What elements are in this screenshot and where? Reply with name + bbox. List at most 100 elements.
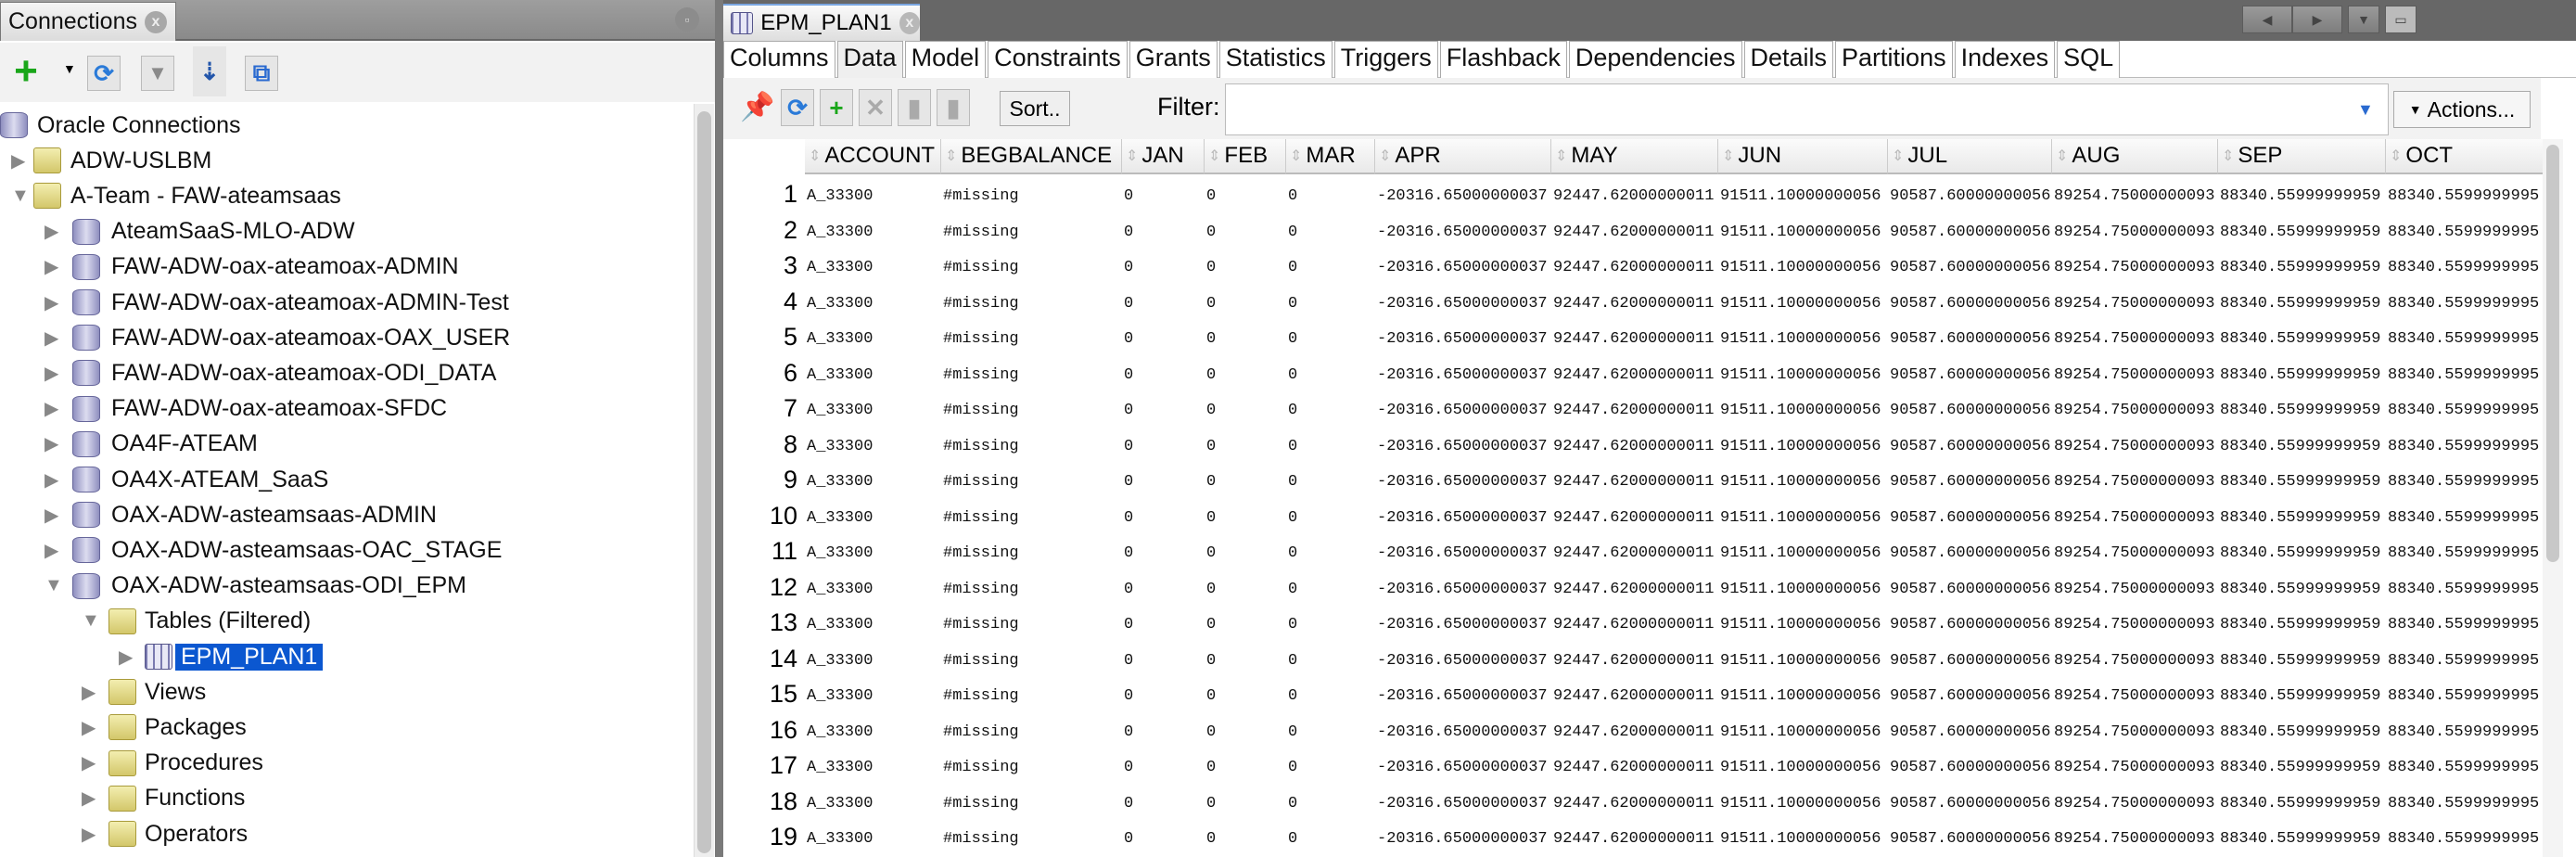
table-cell[interactable]: 90587.60000000056 bbox=[1890, 402, 2050, 419]
table-cell[interactable]: 91511.10000000056 bbox=[1720, 723, 1881, 741]
table-cell[interactable]: 0 bbox=[1288, 687, 1297, 705]
table-cell[interactable]: 0 bbox=[1288, 830, 1297, 848]
maximize-icon[interactable]: ▭ bbox=[2385, 6, 2417, 33]
table-cell[interactable]: 89254.75000000093 bbox=[2054, 652, 2214, 670]
table-cell[interactable]: -20316.65000000037 bbox=[1377, 830, 1548, 848]
table-cell[interactable]: 0 bbox=[1288, 544, 1297, 562]
table-cell[interactable]: 0 bbox=[1206, 509, 1216, 527]
table-cell[interactable]: 90587.60000000056 bbox=[1890, 795, 2050, 812]
table-cell[interactable]: 0 bbox=[1288, 187, 1297, 205]
table-row[interactable]: 12 A_33300 #missing 0 0 0 -20316.65000000037 92… bbox=[723, 573, 2541, 608]
expand-arrow-icon[interactable]: ▶ bbox=[45, 468, 58, 492]
table-cell[interactable]: 88340.5599999995 bbox=[2388, 509, 2539, 527]
table-cell[interactable]: -20316.65000000037 bbox=[1377, 224, 1548, 241]
tab-constraints[interactable]: Constraints bbox=[988, 41, 1128, 78]
tab-statistics[interactable]: Statistics bbox=[1218, 41, 1333, 78]
table-cell[interactable]: -20316.65000000037 bbox=[1377, 616, 1548, 633]
table-cell[interactable]: 88340.5599999995 bbox=[2388, 687, 2539, 705]
column-header[interactable]: ⇕ FEB bbox=[1205, 139, 1286, 174]
table-cell[interactable]: 0 bbox=[1206, 544, 1216, 562]
table-cell[interactable]: 0 bbox=[1288, 473, 1297, 491]
table-cell[interactable]: 89254.75000000093 bbox=[2054, 402, 2214, 419]
table-cell[interactable]: 90587.60000000056 bbox=[1890, 581, 2050, 598]
tree-node[interactable]: ▶ FAW-ADW-oax-ateamoax-ODI_DATA bbox=[0, 355, 686, 390]
collapse-arrow-icon[interactable]: ▼ bbox=[11, 185, 30, 207]
table-cell[interactable]: 88340.55999999959 bbox=[2220, 723, 2380, 741]
table-cell[interactable]: 89254.75000000093 bbox=[2054, 616, 2214, 633]
grid-scrollbar[interactable] bbox=[2543, 139, 2563, 857]
row-number[interactable]: 12 bbox=[723, 573, 797, 602]
table-cell[interactable]: 92447.62000000011 bbox=[1553, 509, 1714, 527]
table-row[interactable]: 18 A_33300 #missing 0 0 0 -20316.65000000037 92… bbox=[723, 787, 2541, 823]
table-cell[interactable]: 88340.55999999959 bbox=[2220, 473, 2380, 491]
filter-history-dropdown-icon[interactable]: ▼ bbox=[2357, 100, 2374, 120]
table-cell[interactable]: 90587.60000000056 bbox=[1890, 544, 2050, 562]
table-cell[interactable]: 0 bbox=[1124, 259, 1133, 276]
expand-arrow-icon[interactable]: ▶ bbox=[11, 149, 25, 173]
table-cell[interactable]: 0 bbox=[1124, 473, 1133, 491]
table-cell[interactable]: 0 bbox=[1124, 509, 1133, 527]
table-row[interactable]: 6 A_33300 #missing 0 0 0 -20316.65000000037 924… bbox=[723, 359, 2541, 394]
table-cell[interactable]: 0 bbox=[1206, 366, 1216, 384]
tab-details[interactable]: Details bbox=[1743, 41, 1834, 78]
tab-indexes[interactable]: Indexes bbox=[1954, 41, 2056, 78]
table-row[interactable]: 7 A_33300 #missing 0 0 0 -20316.65000000037 924… bbox=[723, 394, 2541, 429]
table-cell[interactable]: 88340.5599999995 bbox=[2388, 795, 2539, 812]
table-cell[interactable]: 88340.55999999959 bbox=[2220, 438, 2380, 455]
table-cell[interactable]: 0 bbox=[1206, 795, 1216, 812]
table-cell[interactable]: 91511.10000000056 bbox=[1720, 259, 1881, 276]
table-cell[interactable]: 0 bbox=[1124, 795, 1133, 812]
table-cell[interactable]: 0 bbox=[1124, 830, 1133, 848]
expand-arrow-icon[interactable]: ▶ bbox=[45, 539, 58, 562]
collapse-arrow-icon[interactable]: ▼ bbox=[45, 575, 63, 596]
table-cell[interactable]: #missing bbox=[943, 473, 1019, 491]
table-cell[interactable]: A_33300 bbox=[807, 438, 873, 455]
table-cell[interactable]: 92447.62000000011 bbox=[1553, 330, 1714, 348]
table-cell[interactable]: 88340.5599999995 bbox=[2388, 830, 2539, 848]
table-cell[interactable]: A_33300 bbox=[807, 544, 873, 562]
minimize-icon[interactable]: ▫ bbox=[675, 7, 699, 32]
table-cell[interactable]: -20316.65000000037 bbox=[1377, 330, 1548, 348]
table-cell[interactable]: 92447.62000000011 bbox=[1553, 687, 1714, 705]
column-header[interactable]: ⇕ MAR bbox=[1286, 139, 1375, 174]
table-cell[interactable]: 91511.10000000056 bbox=[1720, 224, 1881, 241]
row-number[interactable]: 11 bbox=[723, 537, 797, 566]
tree-node[interactable]: ▶ ADW-USLBM bbox=[0, 143, 686, 178]
table-cell[interactable]: #missing bbox=[943, 723, 1019, 741]
table-cell[interactable]: 90587.60000000056 bbox=[1890, 830, 2050, 848]
table-cell[interactable]: 88340.55999999959 bbox=[2220, 295, 2380, 313]
table-cell[interactable]: #missing bbox=[943, 544, 1019, 562]
table-cell[interactable]: #missing bbox=[943, 616, 1019, 633]
rollback-icon[interactable]: ▮ bbox=[937, 89, 970, 126]
table-row[interactable]: 1 A_33300 #missing 0 0 0 -20316.65000000037 924… bbox=[723, 180, 2541, 215]
tree-node[interactable]: ▼ OAX-ADW-asteamsaas-ODI_EPM bbox=[0, 569, 686, 604]
table-cell[interactable]: 90587.60000000056 bbox=[1890, 330, 2050, 348]
expand-arrow-icon[interactable]: ▶ bbox=[45, 220, 58, 243]
table-cell[interactable]: 0 bbox=[1206, 723, 1216, 741]
table-cell[interactable]: 0 bbox=[1206, 295, 1216, 313]
expand-arrow-icon[interactable]: ▶ bbox=[45, 504, 58, 527]
table-cell[interactable]: -20316.65000000037 bbox=[1377, 581, 1548, 598]
tree-node[interactable]: ▶ FAW-ADW-oax-ateamoax-OAX_USER bbox=[0, 320, 686, 355]
table-row[interactable]: 10 A_33300 #missing 0 0 0 -20316.65000000037 92… bbox=[723, 502, 2541, 537]
table-cell[interactable]: #missing bbox=[943, 438, 1019, 455]
table-cell[interactable]: 88340.5599999995 bbox=[2388, 295, 2539, 313]
pin-icon[interactable]: 📌 bbox=[740, 91, 774, 123]
table-cell[interactable]: 88340.55999999959 bbox=[2220, 509, 2380, 527]
close-icon[interactable]: x bbox=[144, 10, 167, 33]
tab-triggers[interactable]: Triggers bbox=[1333, 41, 1438, 78]
table-cell[interactable]: 88340.5599999995 bbox=[2388, 330, 2539, 348]
table-row[interactable]: 13 A_33300 #missing 0 0 0 -20316.65000000037 92… bbox=[723, 608, 2541, 644]
table-cell[interactable]: 0 bbox=[1288, 259, 1297, 276]
table-cell[interactable]: 0 bbox=[1288, 438, 1297, 455]
tab-grants[interactable]: Grants bbox=[1129, 41, 1218, 78]
table-cell[interactable]: 89254.75000000093 bbox=[2054, 473, 2214, 491]
column-header[interactable]: ⇕ APR bbox=[1375, 139, 1551, 174]
tab-list-dropdown-icon[interactable]: ▼ bbox=[2348, 6, 2379, 33]
table-row[interactable]: 14 A_33300 #missing 0 0 0 -20316.65000000037 92… bbox=[723, 645, 2541, 680]
table-cell[interactable]: 0 bbox=[1206, 616, 1216, 633]
table-cell[interactable]: 88340.55999999959 bbox=[2220, 366, 2380, 384]
table-cell[interactable]: A_33300 bbox=[807, 330, 873, 348]
table-cell[interactable]: 92447.62000000011 bbox=[1553, 224, 1714, 241]
table-row[interactable]: 5 A_33300 #missing 0 0 0 -20316.65000000037 924… bbox=[723, 323, 2541, 358]
